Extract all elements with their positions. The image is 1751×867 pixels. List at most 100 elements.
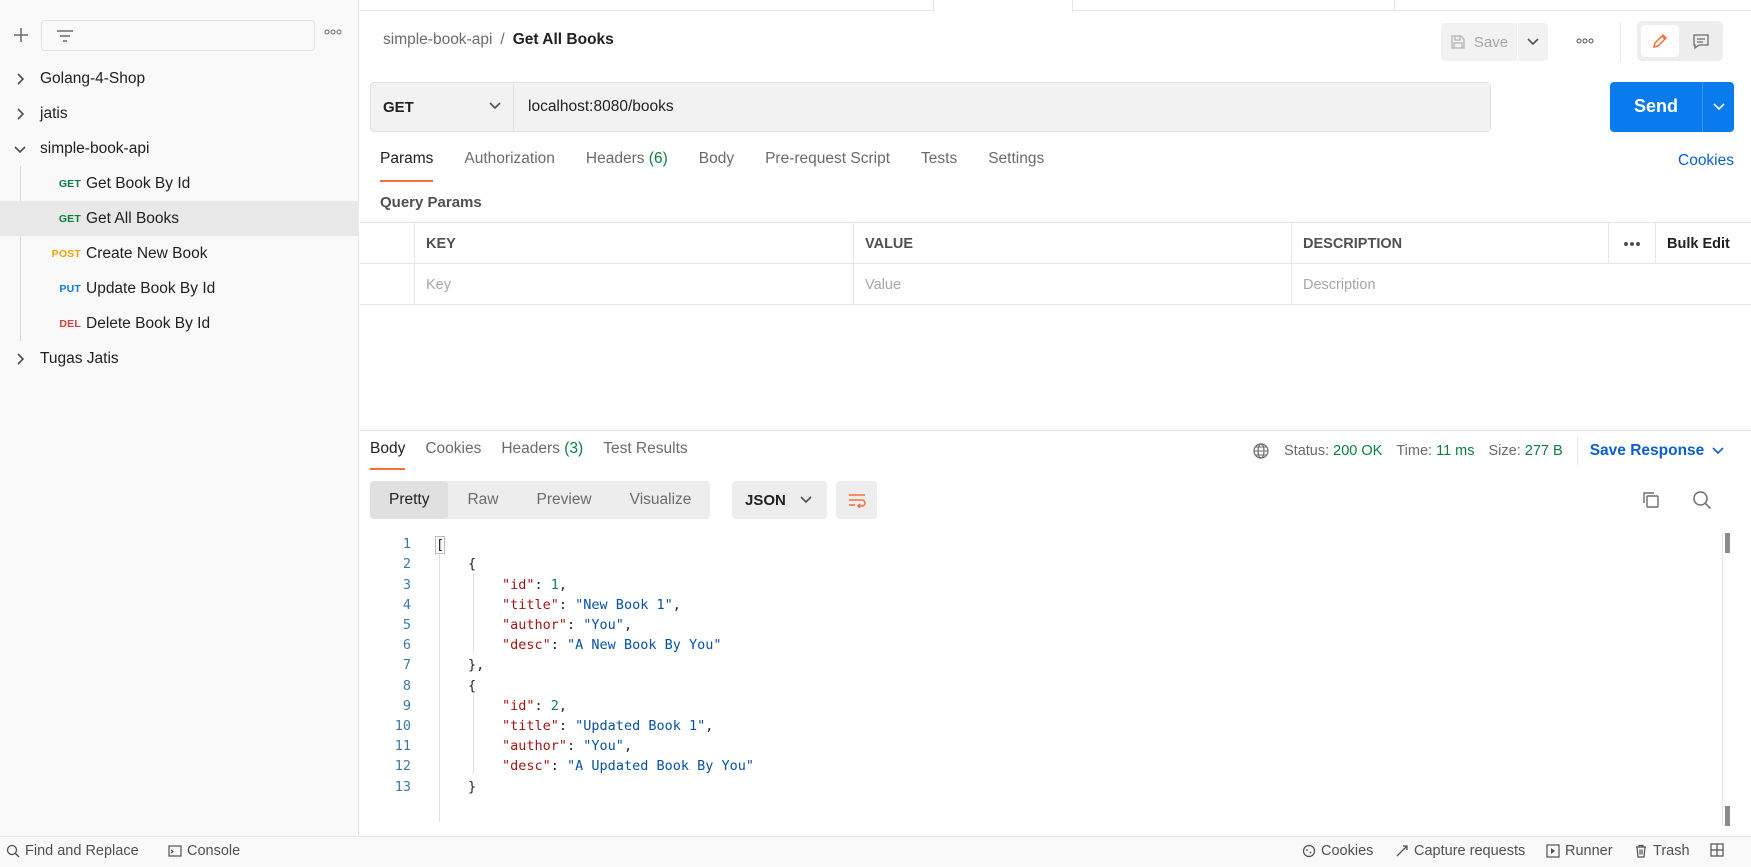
add-icon[interactable] [11,25,31,45]
code-key: "title" [502,718,559,734]
copy-icon[interactable] [1641,490,1661,510]
response-tab-headers[interactable]: Headers (3) [501,440,583,470]
tab-item[interactable] [360,0,934,11]
layout-toggle-icon[interactable] [1710,843,1724,857]
console-button[interactable]: Console [168,843,240,859]
response-tab-test-results[interactable]: Test Results [603,440,687,470]
table-more-icon[interactable] [1609,223,1656,264]
collection-tugas-jatis[interactable]: Tugas Jatis [0,341,359,376]
code-line: "desc": "A Updated Book By You" [502,758,754,774]
edit-mode-button[interactable] [1641,25,1679,57]
main-panel: simple-book-api / Get All Books Save GET… [360,0,1751,836]
description-input[interactable]: Description [1292,264,1751,305]
trash-button[interactable]: Trash [1634,843,1690,859]
tab-item[interactable] [1073,0,1395,11]
tab-count: (6) [648,150,668,167]
code-number: 1 [550,577,559,593]
capture-icon [1396,845,1408,857]
code-key: "desc" [502,637,551,653]
code-line: "id": 2, [502,698,567,714]
send-button[interactable]: Send [1610,82,1734,132]
code-scrollbar[interactable] [1722,533,1723,826]
code-string: "You" [583,738,624,754]
tab-body[interactable]: Body [699,150,734,182]
time-label: Time: [1396,443,1433,459]
line-number: 2 [402,556,411,572]
tab-pre-request-script[interactable]: Pre-request Script [765,150,890,182]
tab-item-active[interactable] [933,0,1073,12]
runner-button[interactable]: Runner [1546,843,1613,859]
collection-golang-4-shop[interactable]: Golang-4-Shop [0,61,359,96]
response-divider[interactable] [360,430,1751,431]
sidebar-toolbar [0,19,359,52]
key-input[interactable]: Key [415,264,854,305]
column-value: VALUE [854,223,1292,264]
scrollbar-thumb[interactable] [1725,806,1730,826]
format-select[interactable]: JSON [732,481,827,519]
value-input[interactable]: Value [854,264,1292,305]
breadcrumb-parent[interactable]: simple-book-api [383,31,492,49]
tab-headers[interactable]: Headers (6) [586,150,668,182]
comment-mode-button[interactable] [1683,25,1719,57]
response-tab-cookies[interactable]: Cookies [425,440,481,470]
view-raw[interactable]: Raw [448,481,517,519]
chevron-right-icon [0,72,40,85]
globe-icon[interactable] [1252,442,1270,460]
bulk-edit-button[interactable]: Bulk Edit [1656,223,1751,264]
tab-authorization[interactable]: Authorization [464,150,554,182]
size-info[interactable]: Size: 277 B [1489,443,1563,459]
time-info[interactable]: Time: 11 ms [1396,443,1474,459]
footer-cookies-button[interactable]: Cookies [1302,843,1373,859]
scrollbar-thumb[interactable] [1725,533,1730,553]
view-pretty[interactable]: Pretty [370,481,449,519]
find-replace-button[interactable]: Find and Replace [6,843,139,859]
response-body-code[interactable]: 1 2 3 4 5 6 7 8 9 10 11 12 13 [ { "id": … [360,533,1720,826]
response-tab-body[interactable]: Body [370,440,406,470]
breadcrumb-separator: / [500,31,505,48]
request-item-get-book-by-id[interactable]: GET Get Book By Id [0,166,359,201]
divider [1620,22,1621,62]
tab-label: Headers [585,150,645,167]
collection-simple-book-api[interactable]: simple-book-api [0,131,359,166]
code-punct: : [567,738,584,754]
query-params-title: Query Params [380,194,482,211]
tab-tests[interactable]: Tests [921,150,957,182]
more-options-icon[interactable] [1576,38,1594,44]
url-input[interactable] [514,83,1490,131]
runner-icon [1546,844,1560,858]
wrap-lines-button[interactable] [836,481,877,519]
console-icon [168,845,182,857]
tab-settings[interactable]: Settings [988,150,1044,182]
trash-icon [1636,844,1646,858]
chevron-down-icon [1712,103,1725,111]
method-select[interactable]: GET [371,83,514,131]
chevron-right-icon [0,352,40,365]
code-line: "title": "Updated Book 1", [502,718,713,734]
filter-input[interactable] [41,20,315,51]
tab-label: Test Results [603,440,688,457]
code-string: "New Book 1" [575,597,673,613]
code-key: "author" [502,617,568,633]
cookies-link[interactable]: Cookies [1660,152,1751,170]
save-button[interactable]: Save [1441,23,1517,61]
tab-params[interactable]: Params [380,150,434,182]
collection-label: Tugas Jatis [40,349,119,367]
request-item-create-new-book[interactable]: POST Create New Book [0,236,359,271]
request-item-update-book-by-id[interactable]: PUT Update Book By Id [0,271,359,306]
line-number: 12 [394,758,411,774]
send-dropdown[interactable] [1702,82,1734,132]
capture-requests-button[interactable]: Capture requests [1395,843,1525,859]
search-icon[interactable] [1692,490,1712,510]
status-info[interactable]: Status: 200 OK [1284,443,1382,459]
breadcrumb-current[interactable]: Get All Books [513,31,614,49]
view-visualize[interactable]: Visualize [611,481,711,519]
save-dropdown-button[interactable] [1518,23,1548,61]
response-tabs: Body Cookies Headers (3) Test Results [370,440,708,470]
request-item-get-all-books[interactable]: GET Get All Books [0,201,359,236]
more-options-icon[interactable] [324,29,342,35]
collection-jatis[interactable]: jatis [0,96,359,131]
view-preview[interactable]: Preview [518,481,611,519]
save-response-button[interactable]: Save Response [1590,442,1725,460]
code-punct: , [623,617,633,633]
request-item-delete-book-by-id[interactable]: DEL Delete Book By Id [0,306,359,341]
